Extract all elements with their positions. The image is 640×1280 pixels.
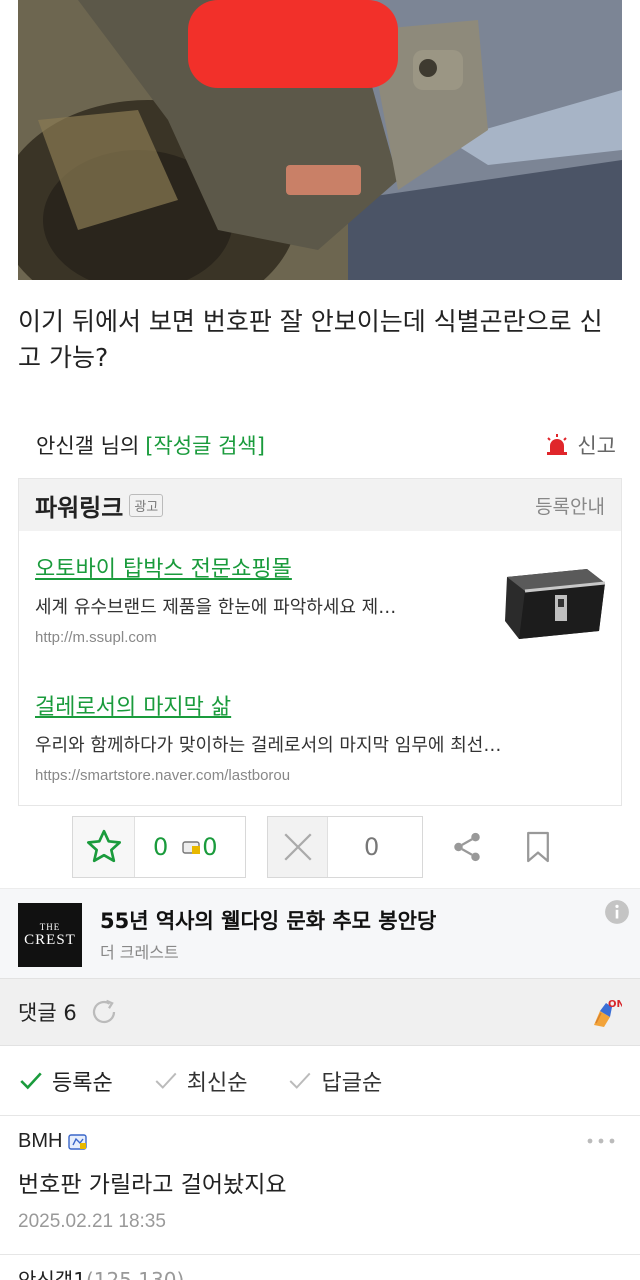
- fixed-nick-recommend: 0: [182, 833, 218, 861]
- banner-ad[interactable]: THE CREST 55년 역사의 웰다잉 문화 추모 봉안당 더 크레스트: [0, 888, 640, 978]
- post-photo[interactable]: [18, 0, 622, 280]
- sort-latest[interactable]: 최신순: [153, 1065, 248, 1097]
- powerlink-ad-box: 파워링크 광고 등록안내 오토바이 탑박스 전문쇼핑몰 세계 유수브랜드 제품을…: [18, 478, 622, 806]
- sort-registered[interactable]: 등록순: [18, 1065, 113, 1097]
- ad-item[interactable]: 걸레로서의 마지막 삶 우리와 함께하다가 맞이하는 걸레로서의 마지막 임무에…: [35, 689, 615, 784]
- comment-sort-options: 등록순 최신순 답글순: [0, 1046, 640, 1116]
- sort-replies[interactable]: 답글순: [287, 1065, 382, 1097]
- info-icon[interactable]: [604, 899, 630, 925]
- fixed-nick-icon: [68, 1133, 88, 1150]
- author-name[interactable]: 안신갤 님의: [36, 430, 139, 460]
- ad-url: https://smartstore.naver.com/lastborou: [35, 767, 291, 784]
- post-actions: 0 0 0: [72, 816, 572, 878]
- next-comment-author-ip: (125.130): [85, 1268, 185, 1280]
- banner-title: 55년 역사의 웰다잉 문화 추모 봉안당: [100, 909, 437, 933]
- siren-icon: [547, 434, 568, 455]
- motorcycle-photo-graphic: [18, 0, 622, 280]
- share-icon[interactable]: [450, 830, 484, 864]
- logo-text-main: CREST: [24, 931, 76, 948]
- dislike-count: 0: [364, 833, 380, 861]
- topbox-product-image[interactable]: [499, 555, 609, 645]
- comment-timestamp: 2025.02.21 18:35: [18, 1211, 166, 1232]
- refresh-icon[interactable]: [89, 997, 119, 1027]
- ad-description: 우리와 함께하다가 맞이하는 걸레로서의 마지막 임무에 최선…: [35, 735, 502, 756]
- fixed-nick-count: 0: [202, 833, 218, 861]
- powerlink-header: 파워링크 광고 등록안내: [19, 479, 621, 531]
- sort-label: 등록순: [52, 1070, 113, 1096]
- sort-label: 최신순: [186, 1070, 248, 1096]
- checkmark-icon: [20, 1072, 42, 1089]
- author-post-search-link[interactable]: [작성글 검색]: [145, 430, 265, 460]
- checkmark-icon: [155, 1072, 177, 1089]
- recommend-button[interactable]: [73, 817, 135, 877]
- next-comment-author-name: 안신갤1: [18, 1268, 86, 1280]
- next-comment-author[interactable]: 안신갤1(125.130): [18, 1264, 184, 1280]
- comment-body: 번호판 가릴라고 걸어놨지요: [18, 1172, 287, 1198]
- crest-logo: THE CREST: [18, 903, 82, 967]
- star-icon: [86, 829, 121, 863]
- comment-header: 댓글 6 ON: [0, 978, 640, 1046]
- more-options-icon[interactable]: [586, 1136, 616, 1146]
- checkmark-icon: [290, 1072, 311, 1089]
- sort-label: 답글순: [321, 1070, 383, 1096]
- comment-count-label: 댓글 6: [18, 1001, 77, 1025]
- ad-badge: 광고: [129, 493, 164, 517]
- comment-clean-broom-icon[interactable]: ON: [588, 995, 622, 1029]
- svg-text:ON: ON: [608, 999, 622, 1010]
- bookmark-icon[interactable]: [524, 830, 552, 864]
- comment-author[interactable]: BMH: [18, 1130, 622, 1153]
- report-label: 신고: [577, 434, 616, 458]
- comment-item: BMH 번호판 가릴라고 걸어놨지요 2025.02.21 18:35: [18, 1130, 622, 1233]
- ad-title-link[interactable]: 걸레로서의 마지막 삶: [35, 689, 615, 721]
- recommend-box: 0 0: [72, 816, 246, 878]
- fixed-nick-icon: [182, 841, 201, 854]
- comment-divider: [0, 1254, 640, 1255]
- ad-description: 세계 유수브랜드 제품을 한눈에 파악하세요 제…: [35, 597, 397, 618]
- post-body-text: 이기 뒤에서 보면 번호판 잘 안보이는데 식별곤란으로 신고 가능?: [18, 307, 603, 372]
- author-row: 안신갤 님의 [작성글 검색] 신고: [36, 428, 616, 462]
- comment-author-name: BMH: [18, 1130, 63, 1152]
- report-button[interactable]: 신고: [545, 430, 616, 460]
- banner-subtitle: 더 크레스트: [100, 943, 179, 962]
- logo-text-top: THE: [39, 921, 61, 932]
- x-icon: [283, 833, 312, 861]
- dislike-button[interactable]: [268, 817, 328, 877]
- registration-guide-link[interactable]: 등록안내: [535, 492, 605, 519]
- dislike-box: 0: [267, 816, 423, 878]
- powerlink-title: 파워링크: [35, 493, 124, 522]
- recommend-count: 0: [153, 833, 169, 861]
